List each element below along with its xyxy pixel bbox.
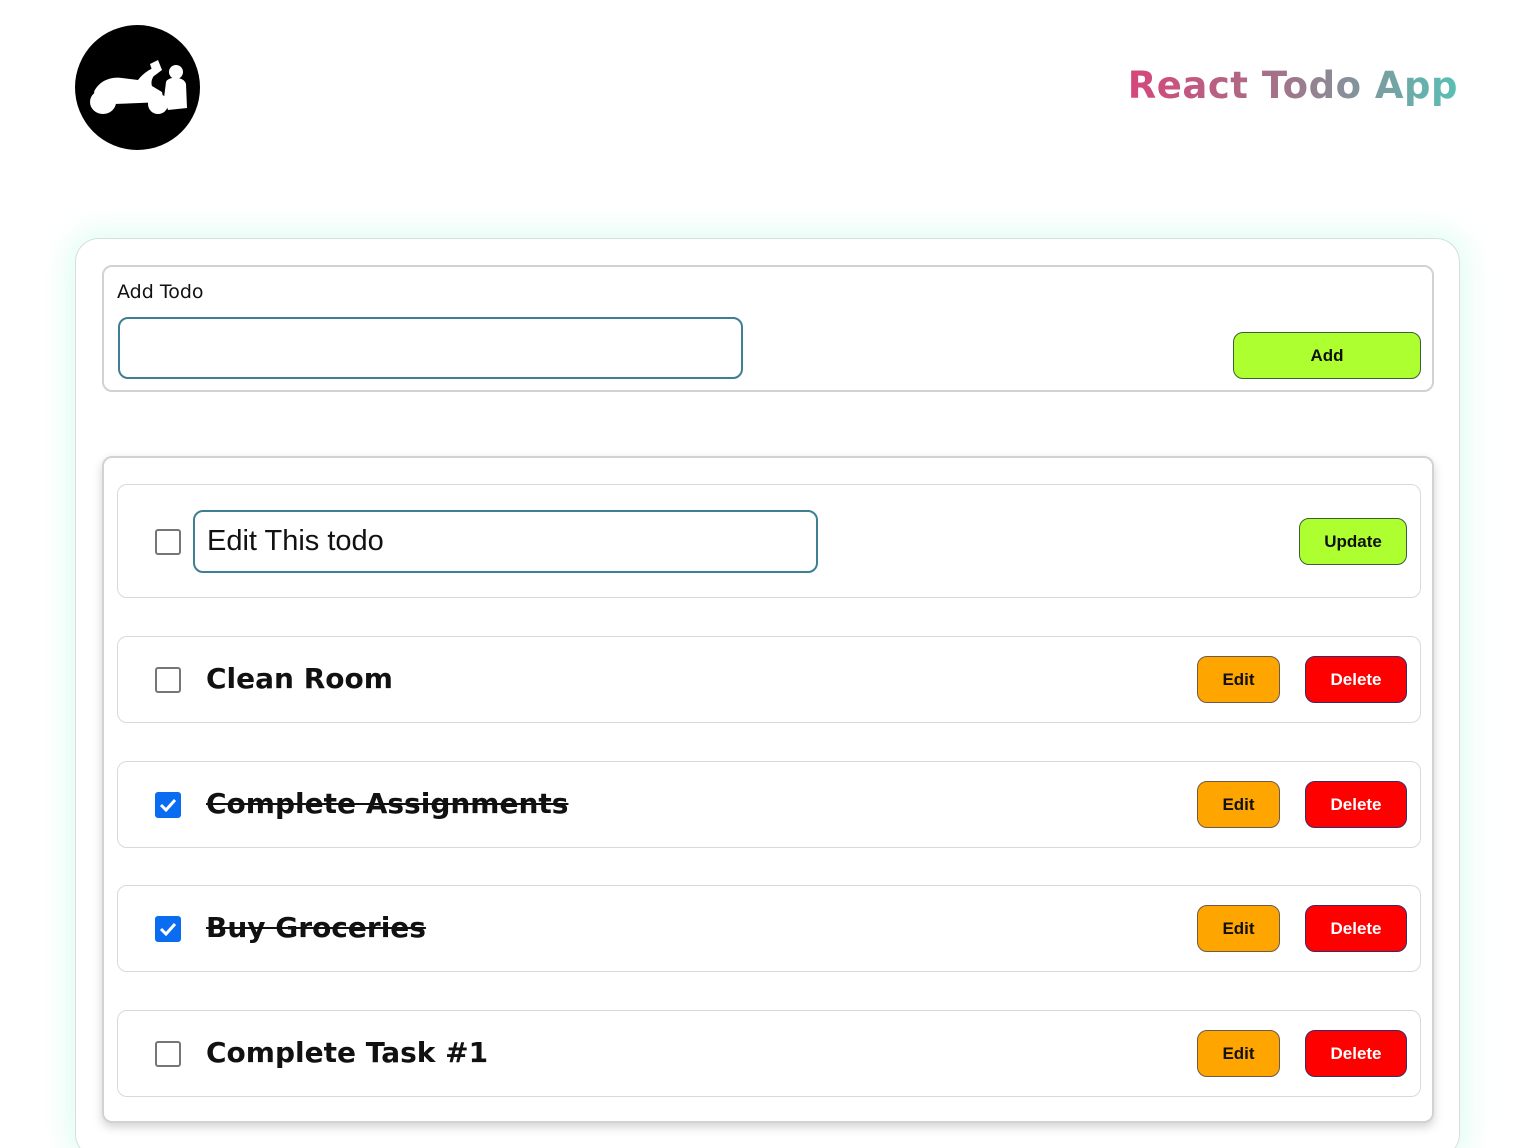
todo-checkbox[interactable] [155,792,181,818]
motorcycle-rider-icon [89,59,187,114]
delete-button[interactable]: Delete [1305,781,1407,828]
todo-text: Buy Groceries [206,911,426,944]
update-button[interactable]: Update [1299,518,1407,565]
delete-button[interactable]: Delete [1305,1030,1407,1077]
page: React Todo App Add Todo Add Update Cl [0,0,1514,1148]
check-icon [159,798,177,812]
add-todo-input[interactable] [118,317,743,379]
edit-todo-input[interactable] [193,510,818,573]
edit-button[interactable]: Edit [1197,656,1280,703]
add-button[interactable]: Add [1233,332,1421,379]
add-todo-label: Add Todo [117,281,204,303]
edit-button[interactable]: Edit [1197,781,1280,828]
edit-button[interactable]: Edit [1197,905,1280,952]
todo-item: Complete Assignments Edit Delete [117,761,1421,848]
todo-checkbox[interactable] [155,916,181,942]
delete-button[interactable]: Delete [1305,905,1407,952]
check-icon [159,922,177,936]
todo-checkbox[interactable] [155,667,181,693]
edit-button[interactable]: Edit [1197,1030,1280,1077]
todo-text: Clean Room [206,662,393,695]
delete-button[interactable]: Delete [1305,656,1407,703]
todo-list: Update Clean Room Edit Delete Complete A… [102,456,1434,1123]
todo-checkbox[interactable] [155,1041,181,1067]
todo-item: Complete Task #1 Edit Delete [117,1010,1421,1097]
todo-text: Complete Assignments [206,787,569,820]
todo-card: Add Todo Add Update Clean Room Edit Dele [75,238,1460,1148]
add-todo-form: Add Todo Add [102,265,1434,392]
todo-item: Buy Groceries Edit Delete [117,885,1421,972]
todo-item: Clean Room Edit Delete [117,636,1421,723]
todo-item-editing: Update [117,484,1421,598]
todo-checkbox[interactable] [155,529,181,555]
logo [75,25,200,150]
todo-text: Complete Task #1 [206,1036,489,1069]
app-title: React Todo App [1127,64,1458,107]
